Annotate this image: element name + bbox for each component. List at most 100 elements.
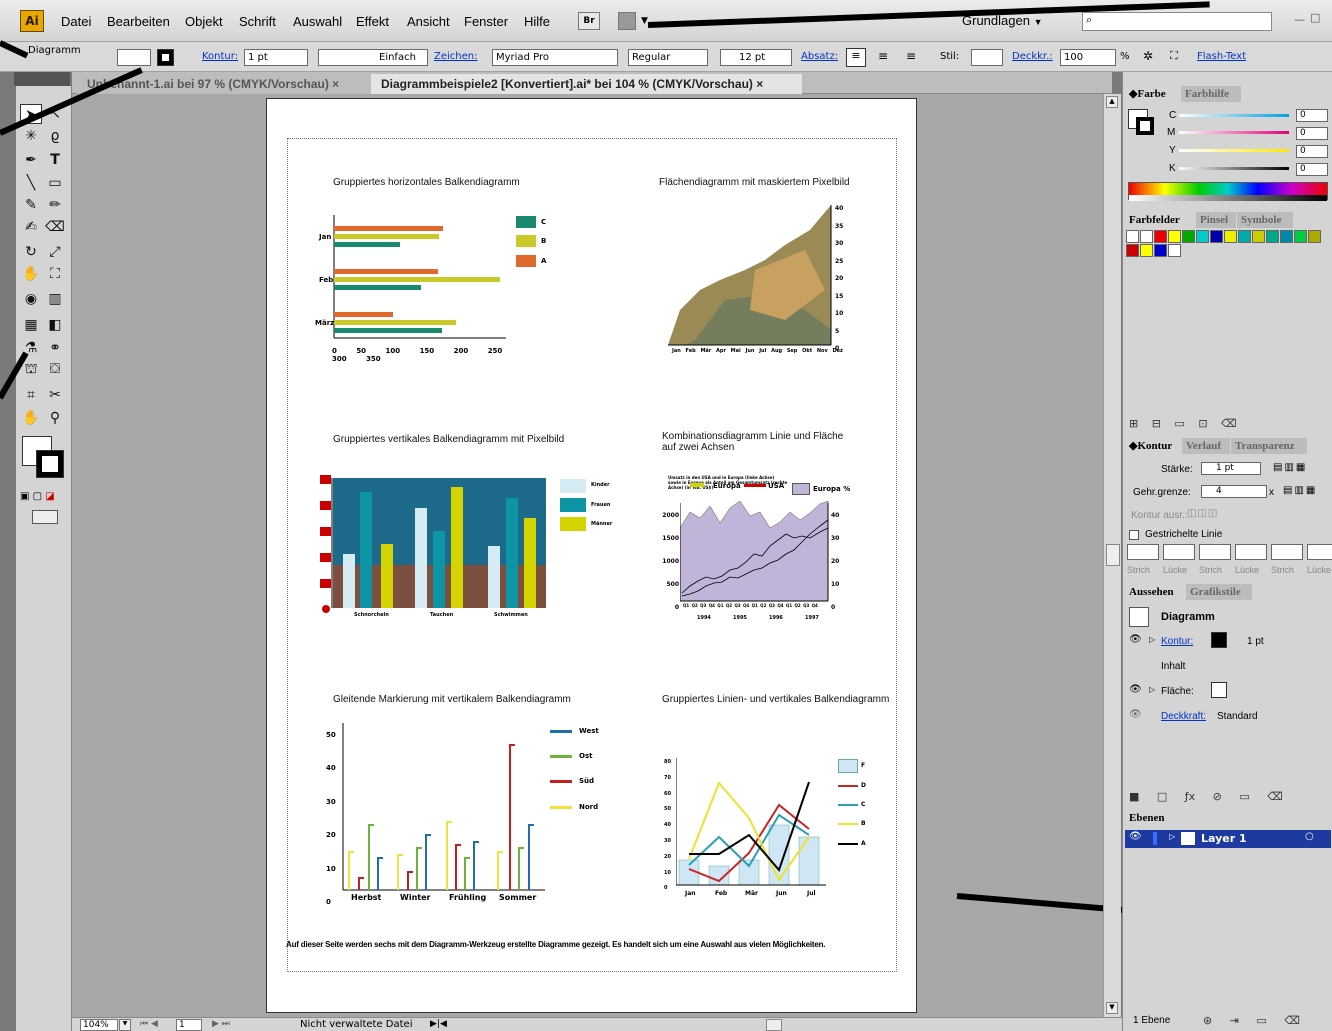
dash-field[interactable]	[1127, 544, 1159, 560]
expand-triangle-icon[interactable]: ▷	[1169, 832, 1175, 841]
swatch[interactable]	[1140, 244, 1153, 257]
swatch[interactable]	[1182, 230, 1195, 243]
deckkraft-link[interactable]: Deckkr.:	[1012, 51, 1053, 62]
swatch[interactable]	[1238, 230, 1251, 243]
menu-objekt[interactable]: Objekt	[185, 14, 223, 29]
magenta-value[interactable]: 0	[1296, 127, 1328, 140]
flash-text-link[interactable]: Flash-Text	[1197, 51, 1246, 62]
stroke-cap-buttons[interactable]: ▤▥▦	[1273, 462, 1307, 473]
tab-diagrammbeispiele[interactable]: Diagrammbeispiele2 [Konvertiert].ai* bei…	[371, 74, 802, 94]
tab-ebenen[interactable]: Ebenen	[1125, 810, 1175, 826]
swatch[interactable]	[1224, 230, 1237, 243]
black-slider[interactable]	[1179, 167, 1289, 170]
eraser-tool-icon[interactable]: ⌫	[44, 217, 66, 237]
gradient-tool-icon[interactable]: ◧	[44, 315, 66, 335]
visibility-eye-icon[interactable]: 👁	[1129, 709, 1142, 720]
dashed-line-checkbox[interactable]	[1129, 530, 1139, 540]
expand-triangle-icon[interactable]: ▷	[1149, 685, 1155, 694]
maximize-icon[interactable]: □	[1310, 11, 1320, 24]
swatch[interactable]	[1154, 230, 1167, 243]
dash-field[interactable]	[1199, 544, 1231, 560]
menu-bearbeiten[interactable]: Bearbeiten	[107, 14, 170, 29]
graphic-style-select[interactable]	[971, 49, 1003, 66]
chart3-vbar[interactable]	[318, 475, 558, 615]
rotate-tool-icon[interactable]: ↻	[20, 242, 42, 262]
stroke-weight-field[interactable]: 1 pt	[244, 49, 308, 66]
appearance-kontur-link[interactable]: Kontur:	[1161, 636, 1193, 647]
bridge-button[interactable]: Br	[578, 12, 600, 30]
menu-schrift[interactable]: Schrift	[239, 14, 276, 29]
pencil-tool-icon[interactable]: ✏	[44, 195, 66, 215]
appearance-deckkraft-link[interactable]: Deckkraft:	[1161, 711, 1206, 722]
close-icon[interactable]: ×	[332, 77, 339, 91]
menu-auswahl[interactable]: Auswahl	[293, 14, 342, 29]
tab-farbfelder[interactable]: Farbfelder	[1125, 212, 1195, 228]
absatz-link[interactable]: Absatz:	[801, 51, 838, 62]
status-info[interactable]: Nicht verwaltete Datei	[300, 1019, 412, 1030]
lasso-tool-icon[interactable]: ϱ	[44, 126, 66, 146]
search-input[interactable]: ⌕	[1082, 12, 1272, 31]
tab-kontur[interactable]: ◆Kontur	[1125, 438, 1181, 454]
yellow-slider[interactable]	[1179, 149, 1289, 152]
line-tool-icon[interactable]: ╲	[20, 173, 42, 193]
tab-farbhilfe[interactable]: Farbhilfe	[1181, 86, 1241, 102]
appearance-fill-swatch[interactable]	[1211, 682, 1227, 698]
swatch[interactable]	[1294, 230, 1307, 243]
swatch[interactable]	[1308, 230, 1321, 243]
target-circle-icon[interactable]: ○	[1305, 831, 1314, 842]
layers-panel-buttons[interactable]: ⊛ ⇥ ▭ ⌫	[1203, 1014, 1300, 1027]
status-menu-icon[interactable]: ▶|◀	[430, 1019, 447, 1029]
tab-aussehen[interactable]: Aussehen	[1125, 584, 1185, 600]
chart6-line-bar[interactable]	[676, 755, 836, 890]
type-tool-icon[interactable]: T	[44, 150, 66, 170]
yellow-value[interactable]: 0	[1296, 145, 1328, 158]
swatch-registration[interactable]	[1140, 230, 1153, 243]
tab-grafikstile[interactable]: Grafikstile	[1186, 584, 1252, 600]
minimize-icon[interactable]: —	[1294, 13, 1305, 26]
chevron-down-icon[interactable]: ▼	[119, 1019, 131, 1031]
opacity-field[interactable]: 100	[1060, 49, 1116, 66]
next-page-icon[interactable]: ▶ ⏭	[212, 1019, 230, 1029]
visibility-eye-icon[interactable]: 👁	[1129, 831, 1142, 842]
gap-field[interactable]	[1307, 544, 1332, 560]
align-right-icon[interactable]: ≡	[906, 49, 916, 63]
stroke-swatch[interactable]	[157, 49, 174, 66]
visibility-eye-icon[interactable]: 👁	[1129, 634, 1142, 645]
menu-ansicht[interactable]: Ansicht	[407, 14, 450, 29]
align-left-icon[interactable]: ≡	[846, 48, 866, 67]
blend-tool-icon[interactable]: ⚭	[44, 338, 66, 358]
close-icon[interactable]: ×	[756, 77, 763, 91]
live-paint-selection-tool-icon[interactable]: ⛋	[44, 359, 66, 379]
rectangle-tool-icon[interactable]: ▭	[44, 173, 66, 193]
gap-field[interactable]	[1235, 544, 1267, 560]
menu-fenster[interactable]: Fenster	[464, 14, 508, 29]
magic-wand-tool-icon[interactable]: ✳	[20, 126, 42, 146]
swatch[interactable]	[1252, 230, 1265, 243]
chart4-combo[interactable]	[680, 498, 830, 608]
cyan-slider[interactable]	[1179, 114, 1289, 117]
warp-tool-icon[interactable]: ✋	[20, 264, 42, 284]
menu-hilfe[interactable]: Hilfe	[524, 14, 550, 29]
swatch[interactable]	[1168, 244, 1181, 257]
cyan-value[interactable]: 0	[1296, 109, 1328, 122]
dash-field[interactable]	[1271, 544, 1303, 560]
miter-limit-field[interactable]: 4	[1201, 485, 1267, 498]
mesh-tool-icon[interactable]: ▦	[20, 315, 42, 335]
chart1-hbar[interactable]	[314, 210, 554, 360]
chart2-area[interactable]	[665, 200, 855, 360]
font-family-select[interactable]: Myriad Pro	[492, 49, 618, 66]
kontur-link[interactable]: Kontur:	[202, 51, 238, 62]
swatch[interactable]	[1196, 230, 1209, 243]
gap-field[interactable]	[1163, 544, 1195, 560]
tab-verlauf[interactable]: Verlauf	[1182, 438, 1230, 454]
free-transform-tool-icon[interactable]: ⛶	[44, 264, 66, 284]
appearance-panel-buttons[interactable]: ■ □ ƒx ⊘ ▭ ⌫	[1129, 790, 1283, 803]
layer-row[interactable]: 👁 ▷ Layer 1 ○	[1125, 830, 1331, 848]
menu-datei[interactable]: Datei	[61, 14, 91, 29]
stroke-color-swatch[interactable]	[36, 450, 64, 478]
expand-triangle-icon[interactable]: ▷	[1149, 635, 1155, 644]
magenta-slider[interactable]	[1179, 131, 1289, 134]
stroke-color-swatch[interactable]	[1136, 117, 1154, 135]
swatch[interactable]	[1154, 244, 1167, 257]
menu-effekt[interactable]: Effekt	[356, 14, 389, 29]
